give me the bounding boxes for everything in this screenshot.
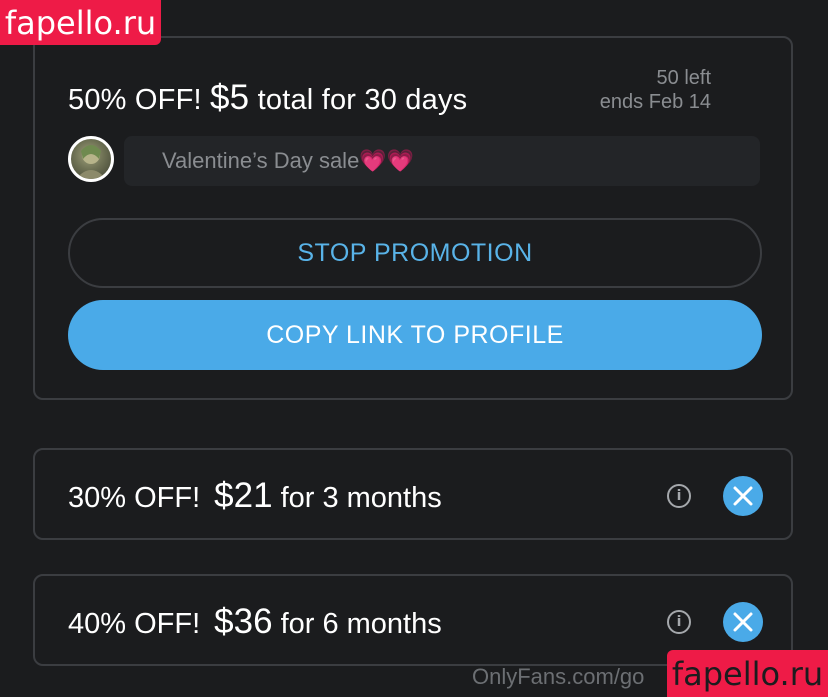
remove-offer-button[interactable] [723, 602, 763, 642]
promotion-message-text: Valentine’s Day sale💗💗 [162, 148, 415, 173]
promotion-message-row: Valentine’s Day sale💗💗 [68, 136, 762, 188]
offer-discount: 30% OFF! [68, 482, 201, 514]
close-icon [733, 486, 753, 506]
promotion-terms: total for 30 days [257, 84, 468, 116]
remove-offer-button[interactable] [723, 476, 763, 516]
watermark-top: fapello.ru [0, 0, 161, 45]
avatar-image-icon [76, 145, 106, 179]
info-icon[interactable]: i [667, 484, 691, 508]
offer-price: $21 [214, 476, 273, 515]
offer-text: 30% OFF! $21 for 3 months [68, 476, 442, 516]
offer-price: $36 [214, 602, 273, 641]
offer-card: 30% OFF! $21 for 3 months i [33, 448, 793, 540]
active-promotion-card: 50% OFF! $5 total for 30 days 50 left en… [33, 36, 793, 400]
watermark-bottom: fapello.ru [667, 650, 828, 697]
promotion-discount: 50% OFF! [68, 84, 202, 116]
offer-duration: for 6 months [280, 608, 442, 640]
promotion-meta: 50 left ends Feb 14 [600, 66, 711, 114]
promotions-page: 50% OFF! $5 total for 30 days 50 left en… [0, 0, 828, 697]
close-icon [733, 612, 753, 632]
promotion-title: 50% OFF! $5 total for 30 days [68, 78, 467, 118]
copy-link-button[interactable]: COPY LINK TO PROFILE [68, 300, 762, 370]
promotion-remaining: 50 left [656, 67, 711, 89]
promotion-message: Valentine’s Day sale💗💗 [124, 136, 760, 186]
avatar [68, 136, 114, 182]
offer-text: 40% OFF! $36 for 6 months [68, 602, 442, 642]
stop-promotion-button[interactable]: STOP PROMOTION [68, 218, 762, 288]
offer-duration: for 3 months [280, 482, 442, 514]
offer-discount: 40% OFF! [68, 608, 201, 640]
promotion-end-date: ends Feb 14 [599, 91, 711, 113]
footer-url: OnlyFans.com/go [472, 664, 645, 689]
promotion-price: $5 [210, 78, 250, 117]
info-icon[interactable]: i [667, 610, 691, 634]
